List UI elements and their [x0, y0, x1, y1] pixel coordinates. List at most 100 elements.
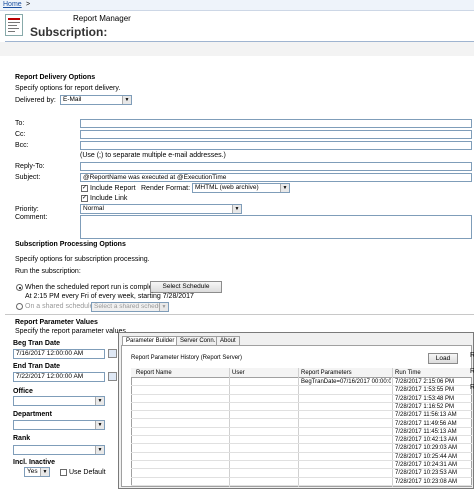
- beg-tran-date-label: Beg Tran Date: [13, 340, 61, 347]
- chevron-down-icon: ▼: [95, 446, 104, 454]
- row-report-parameters: BegTranDate=07/16/2017 00:00:00: [301, 379, 391, 385]
- bcc-label: Bcc:: [15, 142, 29, 149]
- column-header-report-name[interactable]: Report Name: [136, 369, 172, 377]
- row-run-time: 7/28/2017 10:24:31 AM: [395, 462, 458, 468]
- params-desc: Specify the report parameter values: [15, 328, 126, 335]
- reply-to-field[interactable]: [80, 162, 472, 171]
- breadcrumb-separator: >: [26, 1, 31, 8]
- row-run-time: 7/28/2017 11:45:13 AM: [395, 428, 457, 435]
- shared-schedule-select[interactable]: Select a shared schedule ▼: [91, 302, 169, 312]
- render-format-label: Render Format:: [141, 185, 191, 192]
- chevron-down-icon: ▼: [40, 468, 49, 476]
- rank-select[interactable]: ▼: [13, 445, 105, 455]
- chevron-down-icon: ▼: [159, 303, 168, 311]
- office-select[interactable]: ▼: [13, 396, 105, 406]
- separator-hint: (Use (;) to separate multiple e-mail add…: [80, 152, 226, 159]
- top-bar: [0, 0, 474, 11]
- use-default-checkbox[interactable]: [60, 469, 67, 476]
- breadcrumb-home[interactable]: Home: [3, 1, 22, 8]
- include-link-label: Include Link: [90, 195, 128, 202]
- comment-label: Comment:: [15, 214, 48, 221]
- side-label: R: [470, 368, 474, 375]
- app-name: Report Manager: [73, 14, 131, 23]
- page-title: Subscription:: [30, 25, 108, 39]
- delivery-heading: Report Delivery Options: [15, 74, 96, 81]
- column-header-user[interactable]: User: [232, 369, 245, 377]
- processing-divider: [5, 314, 474, 315]
- shared-schedule-label: On a shared schedule:: [25, 303, 96, 310]
- row-run-time: 7/28/2017 10:23:08 AM: [395, 478, 458, 485]
- row-run-time: 7/28/2017 1:53:55 PM: [395, 387, 455, 394]
- column-header-report-parameters[interactable]: Report Parameters: [301, 369, 352, 377]
- render-format-value: MHTML (web archive): [195, 184, 259, 191]
- tab-server-conn[interactable]: Server Conn.: [176, 336, 220, 345]
- row-run-time: 7/28/2017 1:16:52 PM: [395, 403, 455, 410]
- beg-tran-date-value: 7/16/2017 12:00:00 AM: [16, 350, 84, 357]
- subject-label: Subject:: [15, 174, 41, 181]
- department-label: Department: [13, 411, 52, 418]
- shared-schedule-placeholder: Select a shared schedule: [94, 303, 167, 310]
- delivered-by-value: E-Mail: [63, 96, 82, 103]
- beg-tran-date-field[interactable]: 7/16/2017 12:00:00 AM: [13, 349, 105, 359]
- scheduled-radio[interactable]: [16, 284, 23, 291]
- scheduled-option-label: When the scheduled report run is complet…: [25, 284, 161, 291]
- processing-desc: Specify options for subscription process…: [15, 256, 150, 263]
- chevron-down-icon: ▼: [122, 96, 131, 104]
- subject-value: @ReportName was executed at @ExecutionTi…: [83, 174, 227, 181]
- to-field[interactable]: [80, 119, 472, 128]
- reply-to-label: Reply-To:: [15, 163, 45, 170]
- delivered-by-label: Delivered by:: [15, 97, 56, 104]
- report-icon: [5, 14, 23, 36]
- cc-field[interactable]: [80, 130, 472, 139]
- include-link-checkbox[interactable]: ✓: [81, 195, 88, 202]
- chevron-down-icon: ▼: [280, 184, 289, 192]
- department-select[interactable]: ▼: [13, 420, 105, 430]
- shared-schedule-radio[interactable]: [16, 303, 23, 310]
- chevron-down-icon: ▼: [95, 421, 104, 429]
- row-run-time: 7/28/2017 11:49:56 AM: [395, 420, 457, 427]
- row-run-time: 7/28/2017 1:53:48 PM: [395, 395, 455, 402]
- to-label: To:: [15, 120, 25, 127]
- end-tran-date-value: 7/22/2017 12:00:00 AM: [16, 373, 84, 380]
- row-run-time: 7/28/2017 11:56:13 AM: [395, 412, 457, 419]
- header-band: [0, 42, 474, 56]
- history-label: Report Parameter History (Report Server): [131, 355, 243, 361]
- end-tran-date-field[interactable]: 7/22/2017 12:00:00 AM: [13, 372, 105, 382]
- row-run-time: 7/28/2017 10:23:53 AM: [395, 470, 458, 477]
- row-run-time: 7/28/2017 10:42:13 AM: [395, 437, 458, 444]
- chevron-down-icon: ▼: [95, 397, 104, 405]
- cc-label: Cc:: [15, 131, 26, 138]
- office-label: Office: [13, 388, 33, 395]
- select-schedule-button[interactable]: Select Schedule: [150, 281, 222, 293]
- priority-label: Priority:: [15, 206, 39, 213]
- use-default-label: Use Default: [69, 469, 106, 476]
- row-run-time: 7/28/2017 10:25:44 AM: [395, 453, 458, 460]
- incl-inactive-label: Incl. Inactive: [13, 459, 56, 466]
- include-report-checkbox[interactable]: ✓: [81, 185, 88, 192]
- priority-select[interactable]: Normal ▼: [80, 204, 242, 214]
- processing-heading: Subscription Processing Options: [15, 241, 126, 248]
- render-format-select[interactable]: MHTML (web archive) ▼: [192, 183, 290, 193]
- incl-inactive-value: Yes: [27, 468, 38, 475]
- delivered-by-select[interactable]: E-Mail ▼: [60, 95, 132, 105]
- run-label: Run the subscription:: [15, 268, 81, 275]
- include-report-label: Include Report: [90, 185, 136, 192]
- incl-inactive-select[interactable]: Yes ▼: [24, 467, 50, 477]
- load-button[interactable]: Load: [428, 353, 458, 364]
- schedule-desc: At 2:15 PM every Fri of every week, star…: [25, 293, 194, 300]
- tab-parameter-builder[interactable]: Parameter Builder: [122, 336, 179, 345]
- calendar-icon[interactable]: [108, 372, 117, 381]
- end-tran-date-label: End Tran Date: [13, 363, 61, 370]
- side-label: R: [470, 352, 474, 359]
- comment-textarea[interactable]: [80, 215, 472, 239]
- column-header-run-time[interactable]: Run Time: [395, 369, 421, 377]
- subject-field[interactable]: @ReportName was executed at @ExecutionTi…: [80, 173, 472, 182]
- chevron-down-icon: ▼: [232, 205, 241, 213]
- priority-value: Normal: [83, 205, 104, 212]
- rank-label: Rank: [13, 435, 31, 442]
- tab-about[interactable]: About: [216, 336, 240, 345]
- bcc-field[interactable]: [80, 141, 472, 150]
- calendar-icon[interactable]: [108, 349, 117, 358]
- delivery-desc: Specify options for report delivery.: [15, 85, 121, 92]
- row-run-time: 7/28/2017 2:15:06 PM: [395, 379, 455, 385]
